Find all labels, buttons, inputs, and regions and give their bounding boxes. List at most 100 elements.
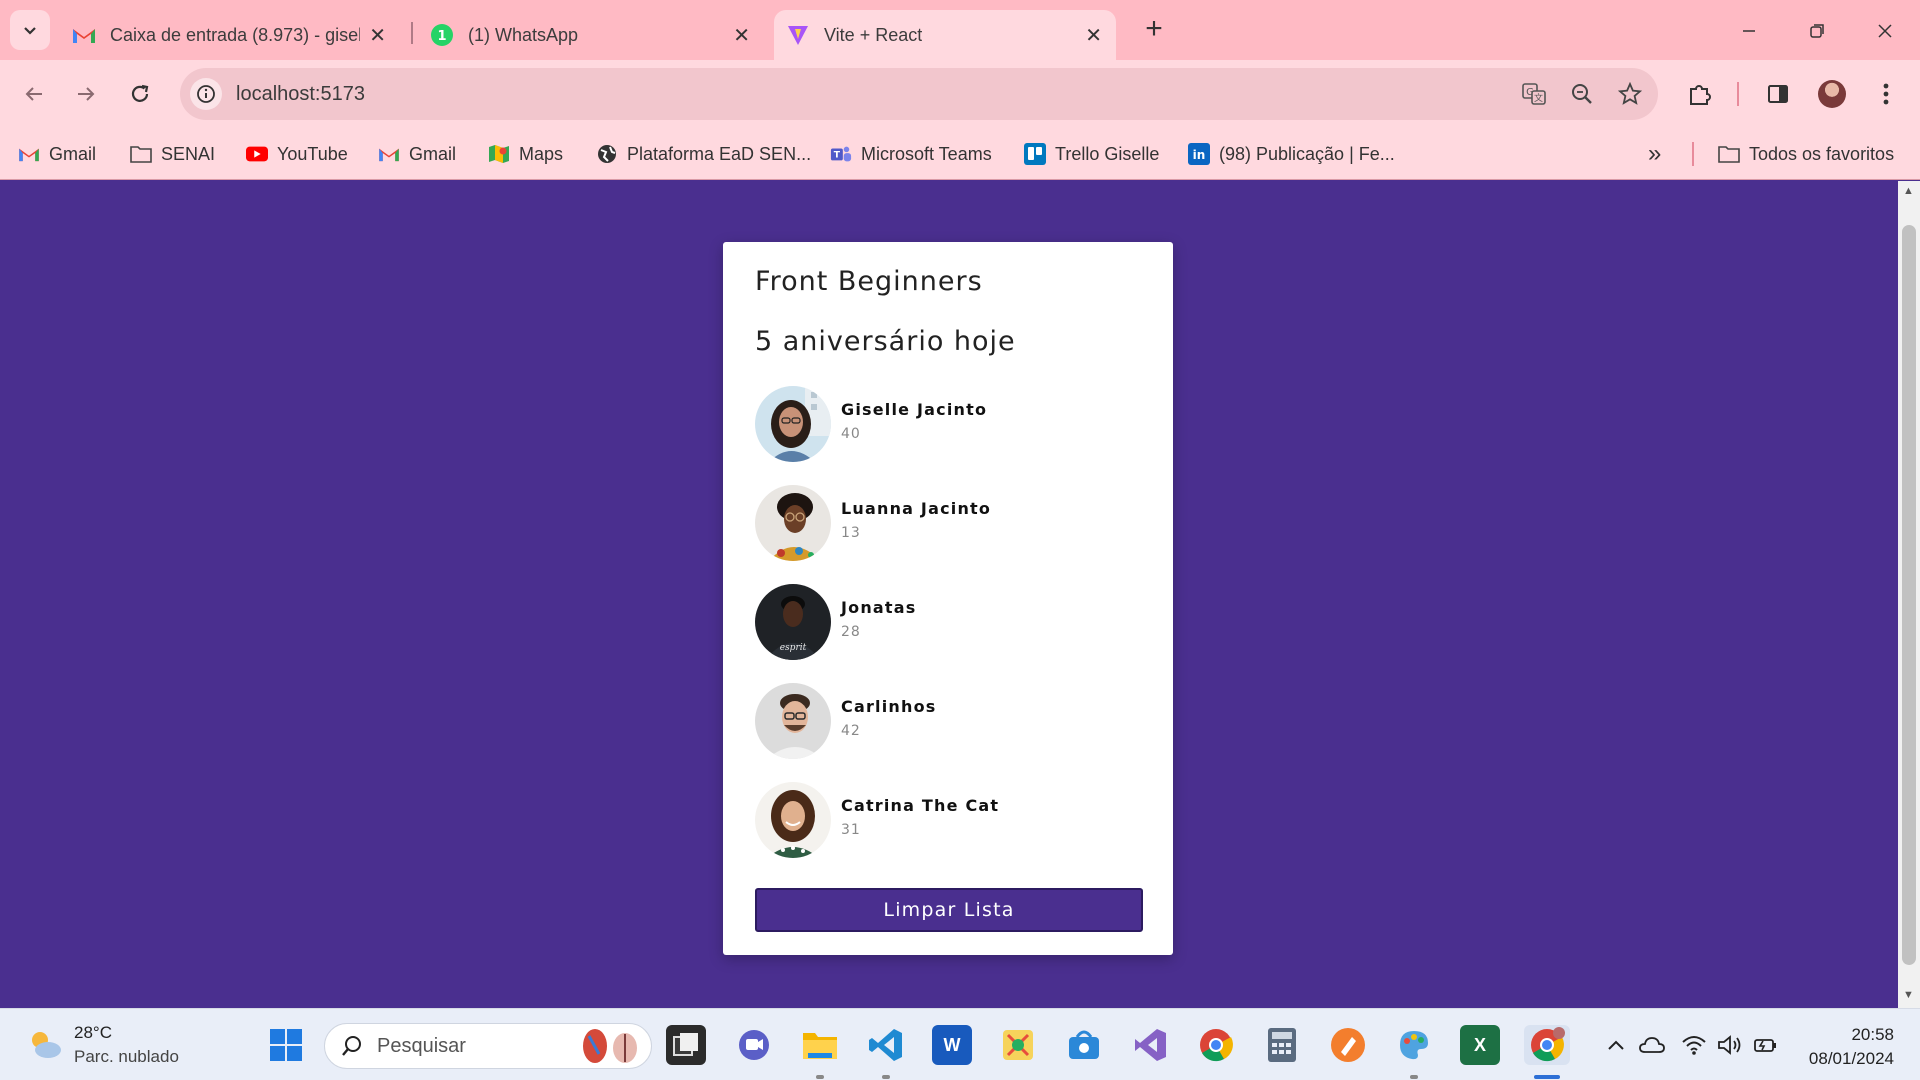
onedrive-icon[interactable] <box>1638 1031 1666 1059</box>
svg-text:1: 1 <box>437 29 446 44</box>
tab-vite-react[interactable]: Vite + React ✕ <box>774 10 1116 60</box>
teams-chat-button[interactable] <box>734 1025 774 1065</box>
side-panel-icon <box>1768 85 1788 103</box>
profile-button[interactable] <box>1812 74 1852 114</box>
zoom-icon[interactable] <box>1562 74 1602 114</box>
restore-button[interactable] <box>1802 16 1832 46</box>
page-scrollbar[interactable]: ▲ ▼ <box>1898 181 1920 1008</box>
wifi-icon[interactable] <box>1680 1031 1708 1059</box>
address-bar[interactable]: localhost:5173 G文 <box>180 68 1658 120</box>
volume-icon[interactable] <box>1716 1031 1744 1059</box>
arrow-right-icon <box>78 87 95 101</box>
bookmark-star-icon[interactable] <box>1610 74 1650 114</box>
tab-title: Vite + React <box>824 24 923 45</box>
minimize-button[interactable] <box>1734 16 1764 46</box>
birthday-card: Front Beginners 5 aniversário hoje Gisel… <box>723 242 1173 955</box>
vscode-button[interactable] <box>866 1025 906 1065</box>
bookmark-label: Maps <box>519 143 564 164</box>
chevron-up-icon <box>1608 1040 1624 1050</box>
bookmark-senai[interactable]: SENAI <box>130 140 215 168</box>
app-button[interactable] <box>998 1025 1038 1065</box>
reload-button[interactable] <box>120 74 160 114</box>
new-tab-button[interactable]: + <box>1138 14 1170 46</box>
translate-icon[interactable]: G文 <box>1514 74 1554 114</box>
tab-search-button[interactable] <box>10 10 50 50</box>
clear-list-button[interactable]: Limpar Lista <box>755 888 1143 932</box>
close-window-button[interactable] <box>1870 16 1900 46</box>
taskbar-search[interactable]: Pesquisar <box>324 1023 652 1069</box>
person-age: 13 <box>841 525 861 541</box>
bookmark-plataforma-ead[interactable]: Plataforma EaD SEN... <box>596 140 811 168</box>
show-hidden-icons-button[interactable] <box>1602 1031 1630 1059</box>
back-button[interactable] <box>14 74 54 114</box>
system-clock[interactable]: 20:58 08/01/2024 <box>1798 1023 1894 1071</box>
bookmark-separator <box>1692 142 1694 166</box>
paint-button[interactable] <box>1394 1025 1434 1065</box>
arrow-left-icon <box>25 87 42 101</box>
weather-widget[interactable]: 28°C Parc. nublado <box>26 1021 179 1069</box>
bookmark-trello[interactable]: Trello Giselle <box>1024 140 1159 168</box>
all-bookmarks-folder[interactable]: Todos os favoritos <box>1718 140 1894 168</box>
toolbar-separator <box>1737 82 1739 106</box>
chrome-button[interactable] <box>1196 1025 1236 1065</box>
close-icon[interactable]: ✕ <box>369 23 386 48</box>
menu-button[interactable] <box>1866 74 1906 114</box>
folder-icon <box>1718 143 1740 165</box>
scrollbar-thumb[interactable] <box>1902 225 1916 965</box>
close-icon[interactable]: ✕ <box>733 23 750 48</box>
scroll-down-icon[interactable]: ▼ <box>1903 989 1914 1001</box>
extensions-button[interactable] <box>1680 74 1720 114</box>
chrome-icon <box>1531 1027 1565 1062</box>
bookmark-gmail-2[interactable]: Gmail <box>378 140 456 168</box>
chrome-active-button[interactable] <box>1524 1025 1570 1065</box>
svg-text:esprit: esprit <box>780 643 807 653</box>
file-explorer-button[interactable] <box>800 1025 840 1065</box>
url-text[interactable]: localhost:5173 <box>236 83 1514 106</box>
clock-date: 08/01/2024 <box>1808 1049 1894 1068</box>
bookmarks-overflow-button[interactable]: » <box>1648 140 1661 168</box>
tab-whatsapp[interactable]: 1 (1) WhatsApp ✕ <box>418 10 764 60</box>
side-panel-button[interactable] <box>1758 74 1798 114</box>
vscode-icon <box>869 1029 902 1061</box>
close-icon[interactable]: ✕ <box>1085 23 1102 48</box>
bookmark-linkedin[interactable]: in (98) Publicação | Fe... <box>1188 140 1395 168</box>
app-icon <box>1003 1030 1033 1060</box>
whatsapp-icon: 1 <box>431 24 453 46</box>
task-view-icon <box>673 1033 698 1056</box>
task-view-button[interactable] <box>666 1025 706 1065</box>
weather-description: Parc. nublado <box>74 1047 179 1066</box>
person-name: Jonatas <box>841 598 917 617</box>
calculator-button[interactable] <box>1262 1025 1302 1065</box>
visual-studio-button[interactable] <box>1130 1025 1170 1065</box>
forward-button[interactable] <box>66 74 106 114</box>
site-info-icon[interactable] <box>190 78 222 110</box>
bookmark-gmail[interactable]: Gmail <box>18 140 96 168</box>
start-button[interactable] <box>266 1025 306 1065</box>
gmail-icon <box>73 29 95 43</box>
bookmark-label: Gmail <box>409 143 457 164</box>
bookmark-microsoft-teams[interactable]: T Microsoft Teams <box>830 140 992 168</box>
excel-button[interactable]: X <box>1460 1025 1500 1065</box>
tab-gmail[interactable]: Caixa de entrada (8.973) - gisell ✕ <box>60 10 400 60</box>
bookmark-maps[interactable]: Maps <box>488 140 563 168</box>
battery-icon[interactable] <box>1752 1031 1780 1059</box>
weather-temperature: 28°C <box>74 1023 112 1042</box>
bookmark-youtube[interactable]: YouTube <box>246 140 348 168</box>
linkedin-icon: in <box>1188 143 1210 165</box>
tab-title: (1) WhatsApp <box>468 24 579 45</box>
tab-separator <box>411 22 413 44</box>
person-age: 31 <box>841 822 861 838</box>
svg-text:文: 文 <box>1534 92 1543 104</box>
scroll-up-icon[interactable]: ▲ <box>1903 185 1914 197</box>
figma-like-button[interactable] <box>1328 1025 1368 1065</box>
restore-icon <box>1810 24 1824 38</box>
bookmark-label: Plataforma EaD SEN... <box>627 143 812 164</box>
avatar <box>1818 80 1846 108</box>
vite-icon <box>788 26 808 45</box>
person-name: Giselle Jacinto <box>841 400 988 419</box>
store-button[interactable] <box>1064 1025 1104 1065</box>
gmail-icon <box>378 143 400 165</box>
list-item: Carlinhos 42 <box>755 683 1155 759</box>
word-button[interactable]: W <box>932 1025 972 1065</box>
excel-icon: X <box>1473 1034 1486 1055</box>
